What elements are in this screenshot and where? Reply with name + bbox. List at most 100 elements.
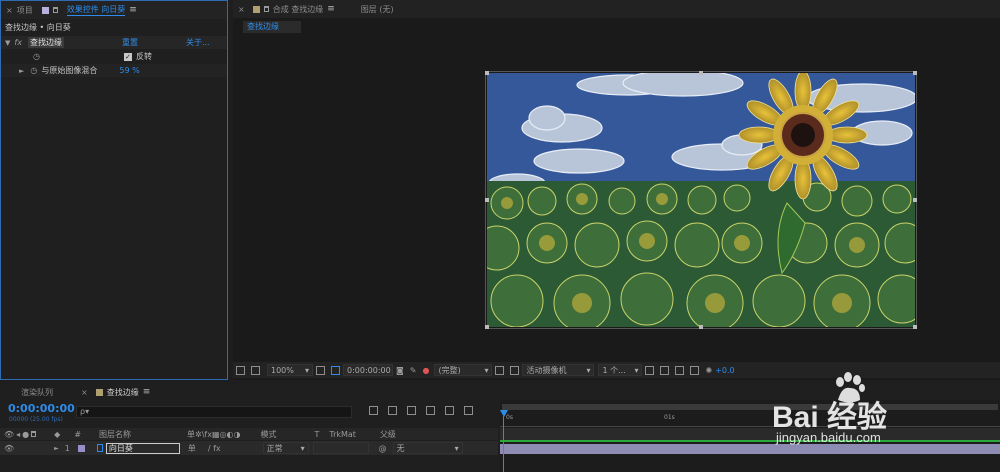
- playhead-icon[interactable]: [500, 410, 508, 417]
- transform-handle[interactable]: [913, 325, 917, 329]
- frame-blending-icon[interactable]: [426, 406, 435, 415]
- lock-icon[interactable]: [52, 7, 58, 13]
- column-layer-name[interactable]: 图层名称: [99, 429, 131, 440]
- trkmat-dropdown[interactable]: [312, 442, 369, 454]
- expand-arrow-icon[interactable]: ►: [54, 445, 59, 452]
- timeline-tabbar: 渲染队列 × 查找边缘 ≡: [0, 384, 500, 400]
- expand-arrow-icon[interactable]: ►: [19, 67, 24, 75]
- switch-fx-icon[interactable]: / fx: [208, 444, 221, 453]
- chevron-down-icon: ▾: [300, 443, 305, 453]
- layer-name-field[interactable]: 向日葵: [105, 442, 180, 454]
- effect-row-invert: ◷ ✓ 反转: [1, 50, 227, 63]
- playhead-line[interactable]: [503, 416, 504, 472]
- close-icon[interactable]: ×: [6, 6, 13, 15]
- column-trkmat[interactable]: TrkMat: [329, 430, 356, 439]
- chevron-down-icon: ▾: [454, 443, 459, 453]
- blend-value[interactable]: 59 %: [119, 66, 139, 75]
- fx-toggle-icon[interactable]: fx: [14, 38, 22, 47]
- flowchart-icon[interactable]: [690, 365, 700, 375]
- switch-shy-icon[interactable]: 单: [188, 443, 196, 454]
- lock-icon[interactable]: [31, 431, 37, 437]
- exposure-icon[interactable]: ✺: [705, 366, 712, 375]
- safe-margins-icon[interactable]: [316, 365, 325, 375]
- stopwatch-icon[interactable]: ◷: [33, 52, 40, 61]
- chevron-down-icon: ▾: [304, 365, 309, 375]
- comp-subtab[interactable]: 查找边缘: [243, 21, 301, 33]
- parent-pickwhip-icon[interactable]: @: [379, 444, 387, 453]
- monitor-icon[interactable]: [251, 365, 260, 375]
- effect-row-blend: ► ◷ 与原始图像混合 59 %: [1, 64, 227, 77]
- region-of-interest-icon[interactable]: [495, 365, 505, 375]
- layer-column-headers: 👁 ◂ ● ◆ # 图层名称 单✲\fx▦◎◐◑ 模式 T TrkMat 父级: [0, 428, 498, 440]
- timeline-icon[interactable]: [675, 365, 685, 375]
- close-icon[interactable]: ×: [81, 388, 88, 397]
- transform-handle[interactable]: [485, 325, 489, 329]
- panel-menu-icon[interactable]: ≡: [327, 4, 335, 14]
- views-dropdown[interactable]: 1 个... ▾: [598, 364, 643, 376]
- camera-dropdown[interactable]: 活动摄像机 ▾: [522, 364, 595, 376]
- switches-icons[interactable]: 单✲\fx▦◎◐◑: [187, 429, 240, 440]
- parent-dropdown[interactable]: 无 ▾: [392, 442, 463, 454]
- about-link[interactable]: 关于...: [186, 37, 210, 48]
- tab-timeline-comp[interactable]: × 查找边缘 ≡: [76, 387, 155, 398]
- label-color-icon[interactable]: [77, 444, 85, 452]
- resolution-dropdown[interactable]: (完整) ▾: [434, 364, 493, 376]
- reset-link[interactable]: 重置: [122, 37, 138, 48]
- transform-handle[interactable]: [485, 198, 489, 202]
- solo-icon[interactable]: ●: [22, 430, 29, 439]
- panel-menu-icon[interactable]: ≡: [129, 5, 137, 15]
- effect-row-find-edges[interactable]: ▼ fx 查找边缘 重置 关于...: [1, 36, 227, 49]
- visibility-icon[interactable]: 👁: [4, 444, 14, 453]
- close-icon[interactable]: ×: [238, 5, 245, 14]
- tab-effect-controls[interactable]: 效果控件 向日葵 ≡: [62, 4, 142, 16]
- graph-editor-icon[interactable]: [464, 406, 473, 415]
- column-mode[interactable]: 模式: [260, 429, 276, 440]
- layer-search-input[interactable]: ρ▾: [76, 406, 352, 418]
- transform-handle[interactable]: [699, 325, 703, 329]
- color-channels-icon[interactable]: ●: [422, 366, 429, 375]
- column-parent[interactable]: 父级: [380, 429, 396, 440]
- transform-handle[interactable]: [913, 198, 917, 202]
- tab-layer[interactable]: 图层 (无): [356, 4, 399, 15]
- grid-toggle-icon[interactable]: [236, 365, 245, 375]
- zoom-dropdown[interactable]: 100% ▾: [267, 364, 313, 376]
- ruler-mark-label: 01s: [664, 414, 675, 421]
- exposure-value[interactable]: +0.0: [715, 366, 734, 375]
- frame-fps-display: 00000 (25.00 fps): [9, 416, 63, 423]
- timecode-display[interactable]: 0:00:00:00: [343, 364, 393, 376]
- mask-visibility-icon[interactable]: [331, 365, 340, 375]
- camera-snapshot-icon[interactable]: ◙: [396, 366, 404, 375]
- layer-bounding-box[interactable]: [485, 71, 917, 329]
- stopwatch-icon[interactable]: ◷: [30, 66, 37, 75]
- invert-checkbox[interactable]: ✓: [123, 52, 132, 61]
- transparency-grid-icon[interactable]: [510, 365, 520, 375]
- panel-color-icon: [252, 5, 260, 13]
- tab-project[interactable]: × 项目: [1, 5, 38, 16]
- current-time-display[interactable]: 0:00:00:00: [8, 402, 75, 415]
- composition-panel: × 合成 查找边缘 ≡ 图层 (无) 查找边缘 100% ▾ 0:00:00:0…: [233, 0, 1000, 380]
- tab-render-queue[interactable]: 渲染队列: [16, 387, 58, 398]
- lock-icon[interactable]: [263, 6, 269, 12]
- transform-handle[interactable]: [699, 71, 703, 75]
- show-snapshot-icon[interactable]: ✎: [410, 366, 417, 375]
- audio-icon[interactable]: ◂: [16, 430, 20, 439]
- expand-arrow-icon[interactable]: ▼: [5, 39, 10, 47]
- effect-header: 查找边缘 • 向日葵: [5, 23, 71, 32]
- mode-dropdown[interactable]: 正常 ▾: [262, 442, 309, 454]
- column-t[interactable]: T: [314, 430, 319, 439]
- pixel-aspect-icon[interactable]: [645, 365, 655, 375]
- motion-blur-icon[interactable]: [445, 406, 454, 415]
- draft-3d-icon[interactable]: [388, 406, 397, 415]
- layer-row[interactable]: 👁 ► 1 向日葵 单 / fx 正常 ▾ @ 无 ▾: [0, 441, 498, 455]
- tab-composition[interactable]: × 合成 查找边缘 ≡: [233, 4, 340, 15]
- panel-color-icon: [95, 388, 103, 396]
- composition-mini-flowchart-icon[interactable]: [369, 406, 378, 415]
- fast-preview-icon[interactable]: [660, 365, 670, 375]
- shy-layers-icon[interactable]: [407, 406, 416, 415]
- transform-handle[interactable]: [485, 71, 489, 75]
- baidu-watermark: Bai 经验 jingyan.baidu.com: [768, 372, 996, 468]
- panel-menu-icon[interactable]: ≡: [143, 387, 151, 397]
- label-icon[interactable]: ◆: [54, 430, 60, 439]
- transform-handle[interactable]: [913, 71, 917, 75]
- visibility-icon[interactable]: 👁: [4, 430, 14, 439]
